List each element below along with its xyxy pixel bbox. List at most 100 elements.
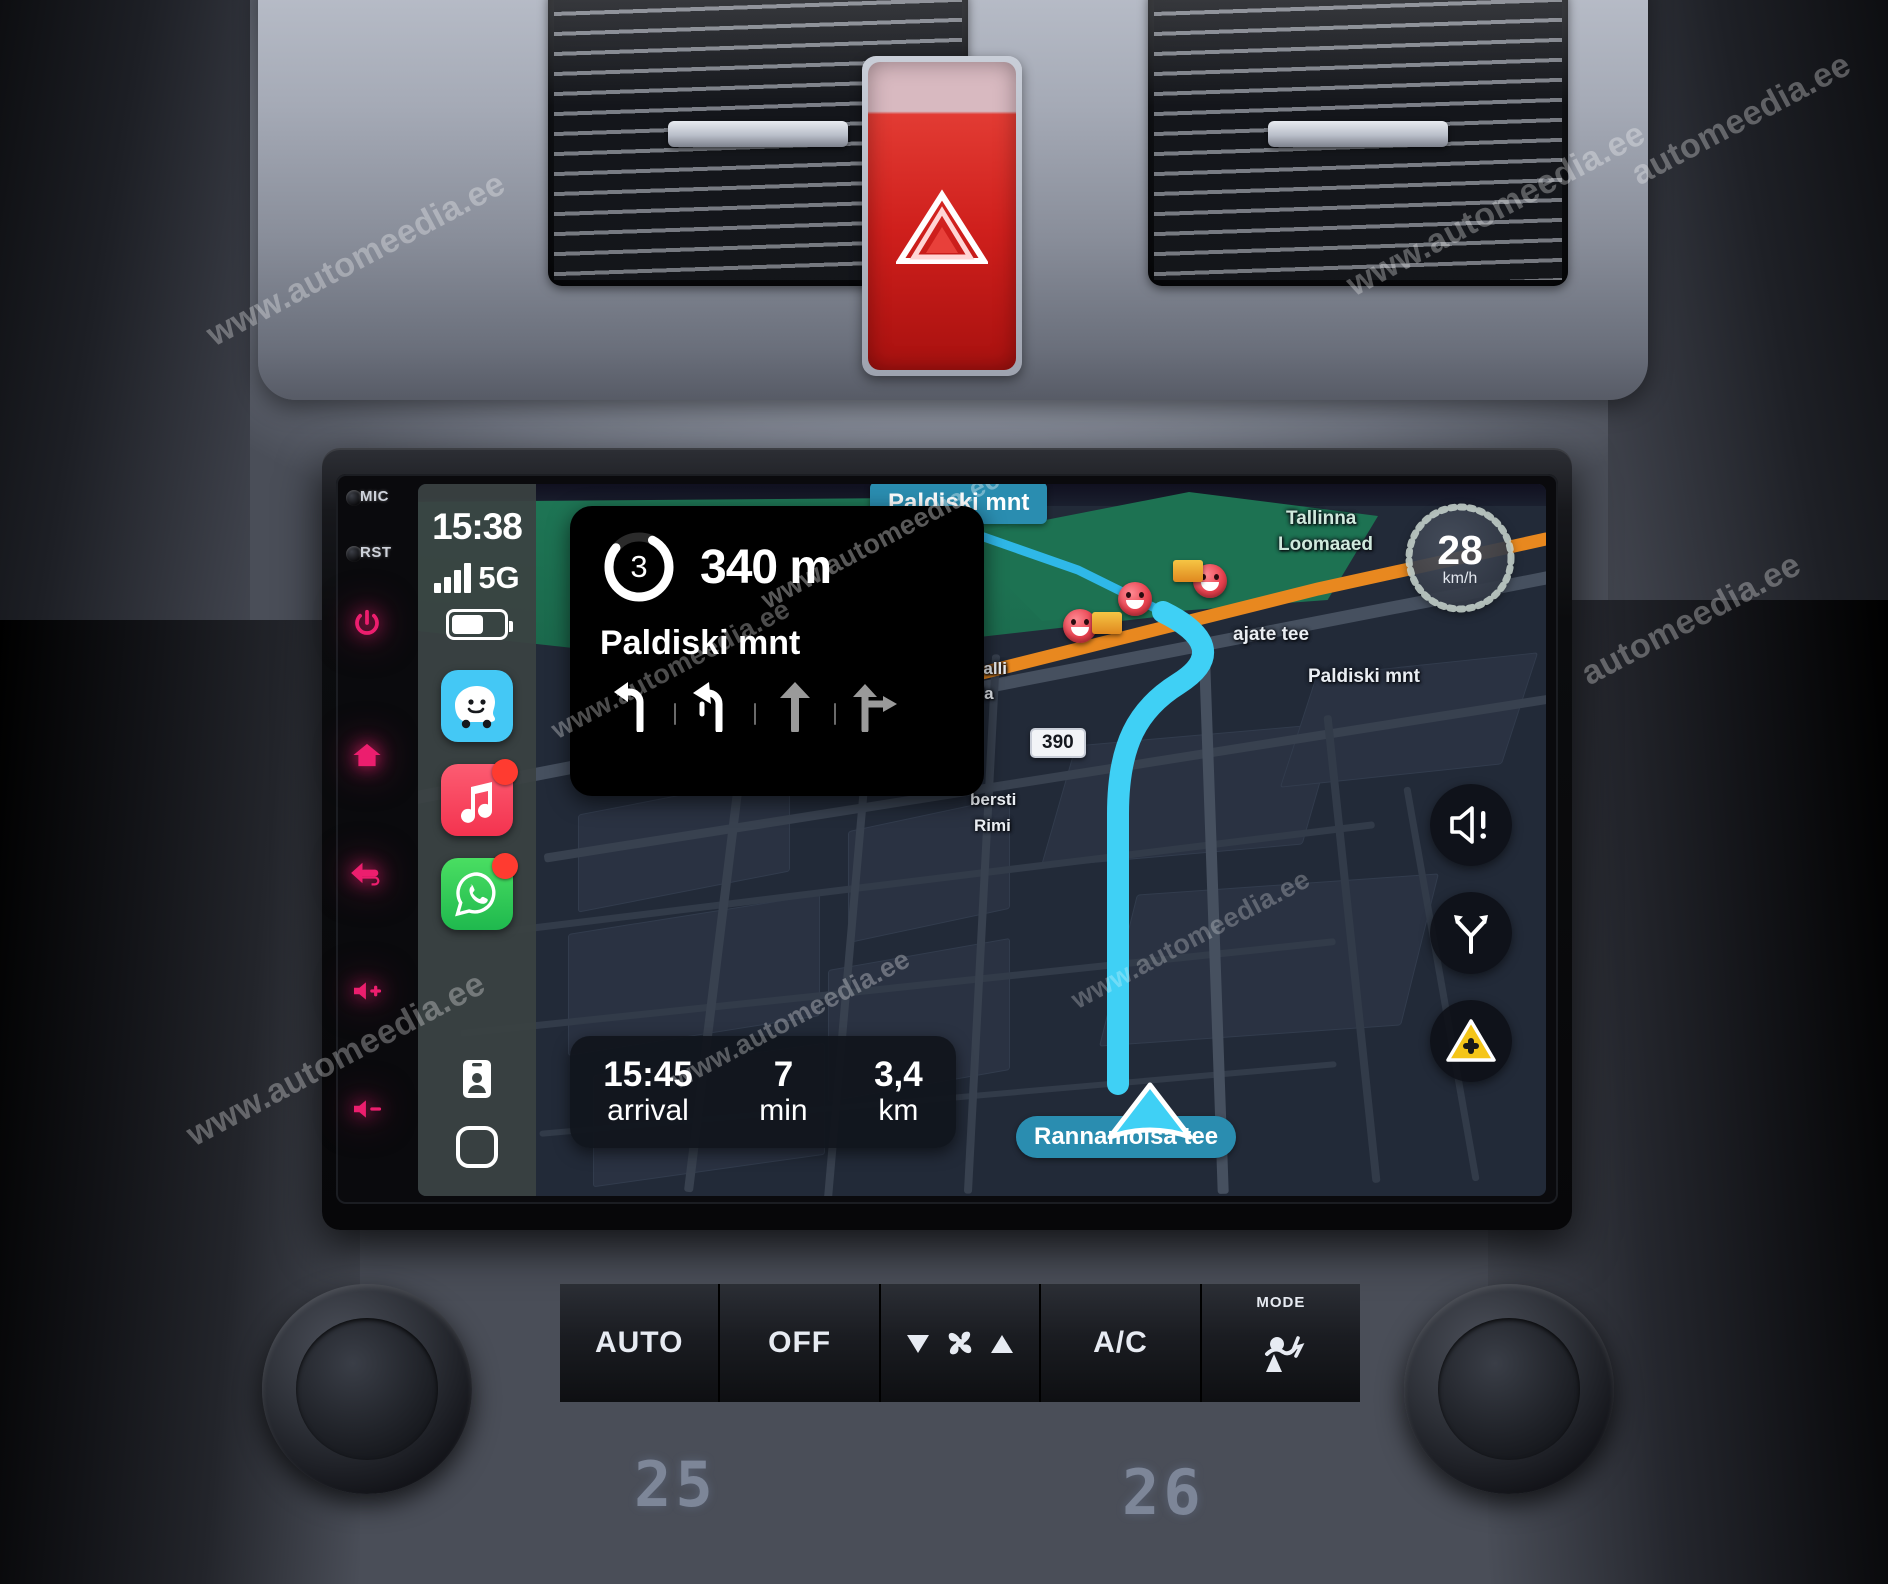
head-unit-button-rail: MIC RST: [346, 484, 412, 1196]
waze-mood-marker[interactable]: [1118, 582, 1152, 616]
app-icon-apple-music[interactable]: [441, 759, 518, 836]
map-control-buttons: [1430, 784, 1512, 1082]
climate-knob-left[interactable]: [262, 1284, 472, 1494]
status-signal: 5G: [434, 560, 520, 595]
eta-panel[interactable]: 15:45 arrival 7 min 3,4 km: [570, 1036, 956, 1148]
street-label-right: Paldiski mnt: [1308, 666, 1420, 687]
eta-arrival-time: 15:45: [603, 1055, 693, 1095]
volume-up-icon: [354, 982, 382, 1000]
carplay-dock: [454, 1058, 500, 1170]
sound-alerts-button[interactable]: [1430, 784, 1512, 866]
temperature-display-right: 26: [1122, 1456, 1205, 1529]
distance-to-turn: 340 m: [700, 540, 832, 594]
climate-fan-controls[interactable]: [880, 1284, 1042, 1402]
lane-left-turn: [598, 675, 672, 737]
hazard-button-housing: [862, 56, 1022, 376]
lane-straight: [758, 675, 832, 737]
eta-distance-label: km: [878, 1093, 919, 1127]
poi-side-street: ajate tee: [1233, 624, 1310, 645]
volume-down-icon: [354, 1100, 382, 1118]
home-icon: [353, 743, 381, 767]
vent-gloss-right: [1148, 0, 1568, 106]
music-note-icon: [461, 782, 493, 823]
head-unit: MIC RST Paldiski mnt Tallinna Loomaaed a…: [322, 448, 1572, 1230]
volume-down-button[interactable]: [346, 1088, 388, 1130]
climate-mode-label: MODE: [1256, 1294, 1306, 1311]
countdown-ring: 3: [600, 528, 678, 606]
lane-divider: [754, 703, 756, 725]
battery-icon: [446, 609, 513, 640]
power-button[interactable]: [346, 602, 388, 644]
navigation-instruction-card[interactable]: 3 340 m Paldiski mnt: [570, 506, 984, 796]
carplay-sidebar: 15:38 5G: [418, 484, 536, 1196]
eta-arrival-label: arrival: [607, 1093, 689, 1127]
climate-off-button[interactable]: OFF: [720, 1284, 881, 1402]
eta-duration-label: min: [759, 1093, 808, 1127]
airflow-mode-icon: [1264, 1336, 1305, 1372]
signal-bars-icon: [434, 563, 472, 593]
route-shield: 390: [1030, 728, 1086, 758]
app-icon-waze[interactable]: [441, 670, 513, 742]
power-icon: [355, 609, 379, 635]
turn-left-arrow-icon: [614, 682, 644, 732]
notification-badge: [492, 759, 518, 785]
network-type-label: 5G: [478, 560, 520, 595]
back-arrow-icon: [351, 862, 380, 886]
carplay-screen[interactable]: Paldiski mnt Tallinna Loomaaed ajate tee…: [418, 484, 1546, 1196]
straight-arrow-icon: [780, 682, 810, 732]
temperature-display-left: 25: [634, 1448, 717, 1521]
poi-zoo-line2: Loomaaed: [1278, 534, 1374, 555]
chevron-down-icon: [907, 1335, 930, 1353]
climate-mode-button[interactable]: MODE: [1201, 1284, 1361, 1402]
home-screen-button[interactable]: [454, 1124, 500, 1170]
straight-right-arrow-icon: [853, 684, 897, 732]
climate-knob-right[interactable]: [1404, 1284, 1614, 1494]
eta-distance: 3,4 km: [874, 1055, 923, 1127]
eta-arrival: 15:45 arrival: [603, 1055, 693, 1127]
eta-duration: 7 min: [759, 1055, 808, 1127]
traffic-jam-marker[interactable]: [1092, 612, 1122, 634]
whatsapp-icon: [455, 872, 496, 917]
hazard-triangle-icon: [896, 189, 988, 264]
climate-control-panel: AUTO OFF A/C MODE: [560, 1284, 1361, 1402]
speaker-alert-icon: [1450, 806, 1486, 844]
contacts-icon[interactable]: [460, 1058, 494, 1100]
lane-sharp-left: [678, 675, 752, 737]
chevron-up-icon: [991, 1335, 1014, 1353]
climate-ac-button[interactable]: A/C: [1041, 1284, 1202, 1402]
eta-duration-value: 7: [773, 1055, 794, 1095]
vent-knob-left[interactable]: [668, 121, 848, 147]
mic-label: MIC: [360, 488, 389, 505]
lane-divider: [674, 703, 676, 725]
speedometer: 28 km/h: [1405, 503, 1515, 613]
report-triangle-icon: [1446, 1019, 1496, 1062]
volume-up-button[interactable]: [346, 970, 388, 1012]
car-dashboard-screenshot: MIC RST Paldiski mnt Tallinna Loomaaed a…: [0, 0, 1888, 1584]
eta-distance-value: 3,4: [874, 1055, 923, 1095]
lane-straight-right: [838, 675, 912, 737]
hazard-lights-button[interactable]: [868, 62, 1016, 370]
app-icon-whatsapp[interactable]: [441, 853, 518, 930]
reset-label: RST: [360, 544, 392, 561]
right-air-vent[interactable]: [1148, 0, 1568, 286]
fan-control-group-icon: [907, 1331, 1014, 1355]
traffic-jam-marker[interactable]: [1173, 560, 1203, 582]
report-button[interactable]: [1430, 1000, 1512, 1082]
sharp-left-arrow-icon: [693, 682, 723, 732]
back-button[interactable]: [346, 852, 388, 894]
climate-auto-button[interactable]: AUTO: [560, 1284, 721, 1402]
notification-badge: [492, 853, 518, 879]
route-fork-icon: [1454, 915, 1488, 954]
countdown-value: 3: [630, 549, 648, 584]
status-clock: 15:38: [432, 506, 523, 547]
nav-card-header: 3 340 m: [570, 506, 984, 606]
poi-bersti: bersti: [970, 790, 1017, 809]
home-button[interactable]: [346, 734, 388, 776]
vent-knob-right[interactable]: [1268, 121, 1448, 147]
lane-guidance: [570, 663, 984, 737]
alternate-routes-button[interactable]: [1430, 892, 1512, 974]
poi-rimi: Rimi: [974, 816, 1011, 835]
waze-icon: [455, 686, 495, 729]
speed-gauge-ring-icon: [1405, 503, 1515, 613]
lane-divider: [834, 703, 836, 725]
